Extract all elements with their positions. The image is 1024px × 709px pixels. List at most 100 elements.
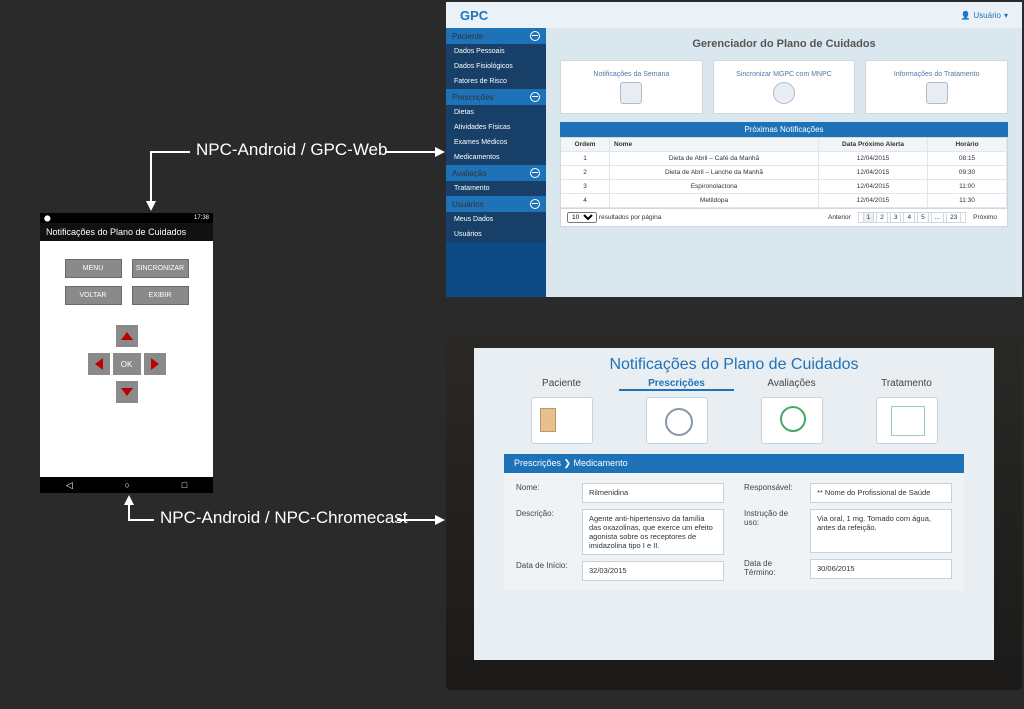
label-descricao: Descrição: <box>516 509 574 518</box>
pager-pages: Anterior 12345...23 Próximo <box>824 214 1001 221</box>
tv-frame: Notificações do Plano de Cuidados Pacien… <box>446 330 1022 690</box>
sidebar-avaliacao[interactable]: Avaliação <box>446 165 546 181</box>
tv-title: Notificações do Plano de Cuidados <box>474 348 994 378</box>
pager-page[interactable]: 3 <box>890 212 902 223</box>
card-informacoes[interactable]: Informações do Tratamento <box>865 60 1008 114</box>
label-instrucao: Instrução de uso: <box>744 509 802 527</box>
th-nome: Nome <box>610 138 819 152</box>
sidebar-prescricoes[interactable]: Prescrições <box>446 89 546 105</box>
pager-page[interactable]: 5 <box>917 212 929 223</box>
user-menu[interactable]: 👤 Usuário ▾ <box>960 11 1008 20</box>
caret-down-icon: ▾ <box>1004 11 1008 20</box>
magnifier-icon <box>761 397 823 444</box>
cell-ordem: 4 <box>561 194 610 208</box>
pager-page[interactable]: 1 <box>863 212 875 223</box>
nav-back-icon[interactable]: ◁ <box>66 480 73 491</box>
dpad-ok-button[interactable]: OK <box>113 353 141 375</box>
sync-icon <box>773 82 795 104</box>
document-icon <box>620 82 642 104</box>
sidebar-fatores[interactable]: Fatores de Risco <box>446 74 546 89</box>
cell-hora: 08:15 <box>928 152 1007 166</box>
label-nome: Nome: <box>516 483 574 492</box>
sidebar-atividades[interactable]: Atividades Físicas <box>446 120 546 135</box>
pager-page[interactable]: ... <box>931 212 944 223</box>
sidebar-dados-fisio[interactable]: Dados Fisiológicos <box>446 59 546 74</box>
nav-recent-icon[interactable]: □ <box>182 480 187 490</box>
page-size-select[interactable]: 10 <box>567 212 597 223</box>
table-row[interactable]: 4Metildopa12/04/201511:30 <box>561 194 1007 208</box>
sidebar-usuarios[interactable]: Usuários <box>446 196 546 212</box>
cell-data: 12/04/2015 <box>819 166 928 180</box>
table-row[interactable]: 2Dieta de Abril – Lanche da Manhã12/04/2… <box>561 166 1007 180</box>
pager-prev[interactable]: Anterior <box>825 213 854 222</box>
sidebar-paciente[interactable]: Paciente <box>446 28 546 44</box>
table-row[interactable]: 1Dieta de Abril – Café da Manhã12/04/201… <box>561 152 1007 166</box>
pager-page[interactable]: 4 <box>903 212 915 223</box>
menu-button[interactable]: MENU <box>65 259 122 278</box>
arrow-top-left-head <box>146 201 156 211</box>
dpad-up-button[interactable] <box>116 325 138 347</box>
web-topbar: GPC 👤 Usuário ▾ <box>446 2 1022 28</box>
sidebar-dietas[interactable]: Dietas <box>446 105 546 120</box>
value-responsavel: ** Nome do Profissional de Saúde <box>810 483 952 503</box>
phone-title: Notificações do Plano de Cuidados <box>40 223 213 241</box>
pager-page[interactable]: 23 <box>946 212 961 223</box>
value-data-inicio: 32/03/2015 <box>582 561 724 581</box>
tab-tratamento[interactable]: Tratamento <box>849 378 964 391</box>
sidebar-usuarios2[interactable]: Usuários <box>446 227 546 242</box>
back-button[interactable]: VOLTAR <box>65 286 122 305</box>
tab-avaliacoes[interactable]: Avaliações <box>734 378 849 391</box>
web-logo: GPC <box>460 8 488 23</box>
label-data-inicio: Data de Início: <box>516 561 574 570</box>
collapse-icon <box>530 31 540 41</box>
th-ordem: Ordem <box>561 138 610 152</box>
info-icon <box>926 82 948 104</box>
cell-nome: Dieta de Abril – Café da Manhã <box>610 152 819 166</box>
cell-hora: 11:30 <box>928 194 1007 208</box>
web-window: GPC 👤 Usuário ▾ Paciente Dados Pessoais … <box>446 2 1022 297</box>
arrow-bot-left-h <box>128 519 154 521</box>
tab-prescricoes[interactable]: Prescrições <box>619 378 734 391</box>
tab-paciente[interactable]: Paciente <box>504 378 619 391</box>
dpad-left-button[interactable] <box>88 353 110 375</box>
sidebar-medicamentos[interactable]: Medicamentos <box>446 150 546 165</box>
card-notificacoes[interactable]: Notificações da Semana <box>560 60 703 114</box>
label-responsavel: Responsável: <box>744 483 802 492</box>
value-descricao: Agente anti-hipertensivo da família das … <box>582 509 724 555</box>
cell-data: 12/04/2015 <box>819 180 928 194</box>
card-sincronizar[interactable]: Sincronizar MGPC com MNPC <box>713 60 856 114</box>
cell-ordem: 2 <box>561 166 610 180</box>
dpad-down-button[interactable] <box>116 381 138 403</box>
page-title: Gerenciador do Plano de Cuidados <box>560 38 1008 50</box>
pager-left-text: resultados por página <box>599 214 662 221</box>
sidebar-exames[interactable]: Exames Médicos <box>446 135 546 150</box>
value-data-termino: 30/06/2015 <box>810 559 952 579</box>
cell-nome: Dieta de Abril – Lanche da Manhã <box>610 166 819 180</box>
label-data-termino: Data de Término: <box>744 559 802 577</box>
label-top: NPC-Android / GPC-Web <box>196 140 387 160</box>
sidebar: Paciente Dados Pessoais Dados Fisiológic… <box>446 28 546 297</box>
cell-ordem: 1 <box>561 152 610 166</box>
label-bottom: NPC-Android / NPC-Chromecast <box>160 508 408 528</box>
nav-home-icon[interactable]: ○ <box>125 480 130 490</box>
phone-frame: ⬤ 17:38 Notificações do Plano de Cuidado… <box>40 213 213 493</box>
cell-data: 12/04/2015 <box>819 152 928 166</box>
sidebar-tratamento[interactable]: Tratamento <box>446 181 546 196</box>
sidebar-dados-pessoais[interactable]: Dados Pessoais <box>446 44 546 59</box>
arrow-bot-left-v <box>128 504 130 521</box>
dpad-right-button[interactable] <box>144 353 166 375</box>
th-hora: Horário <box>928 138 1007 152</box>
sidebar-meus-dados[interactable]: Meus Dados <box>446 212 546 227</box>
arrow-top-left-h <box>150 151 190 153</box>
pager-page[interactable]: 2 <box>876 212 888 223</box>
dpad: OK <box>86 323 168 405</box>
show-button[interactable]: EXIBIR <box>132 286 189 305</box>
cell-data: 12/04/2015 <box>819 194 928 208</box>
sync-button[interactable]: SINCRONIZAR <box>132 259 189 278</box>
table-row[interactable]: 3Espironolactona12/04/201511:00 <box>561 180 1007 194</box>
arrow-top-left-v <box>150 151 152 201</box>
pager-next[interactable]: Próximo <box>970 213 1000 222</box>
cell-nome: Espironolactona <box>610 180 819 194</box>
arrow-top-right-line <box>385 151 435 153</box>
user-label: Usuário <box>973 11 1001 20</box>
